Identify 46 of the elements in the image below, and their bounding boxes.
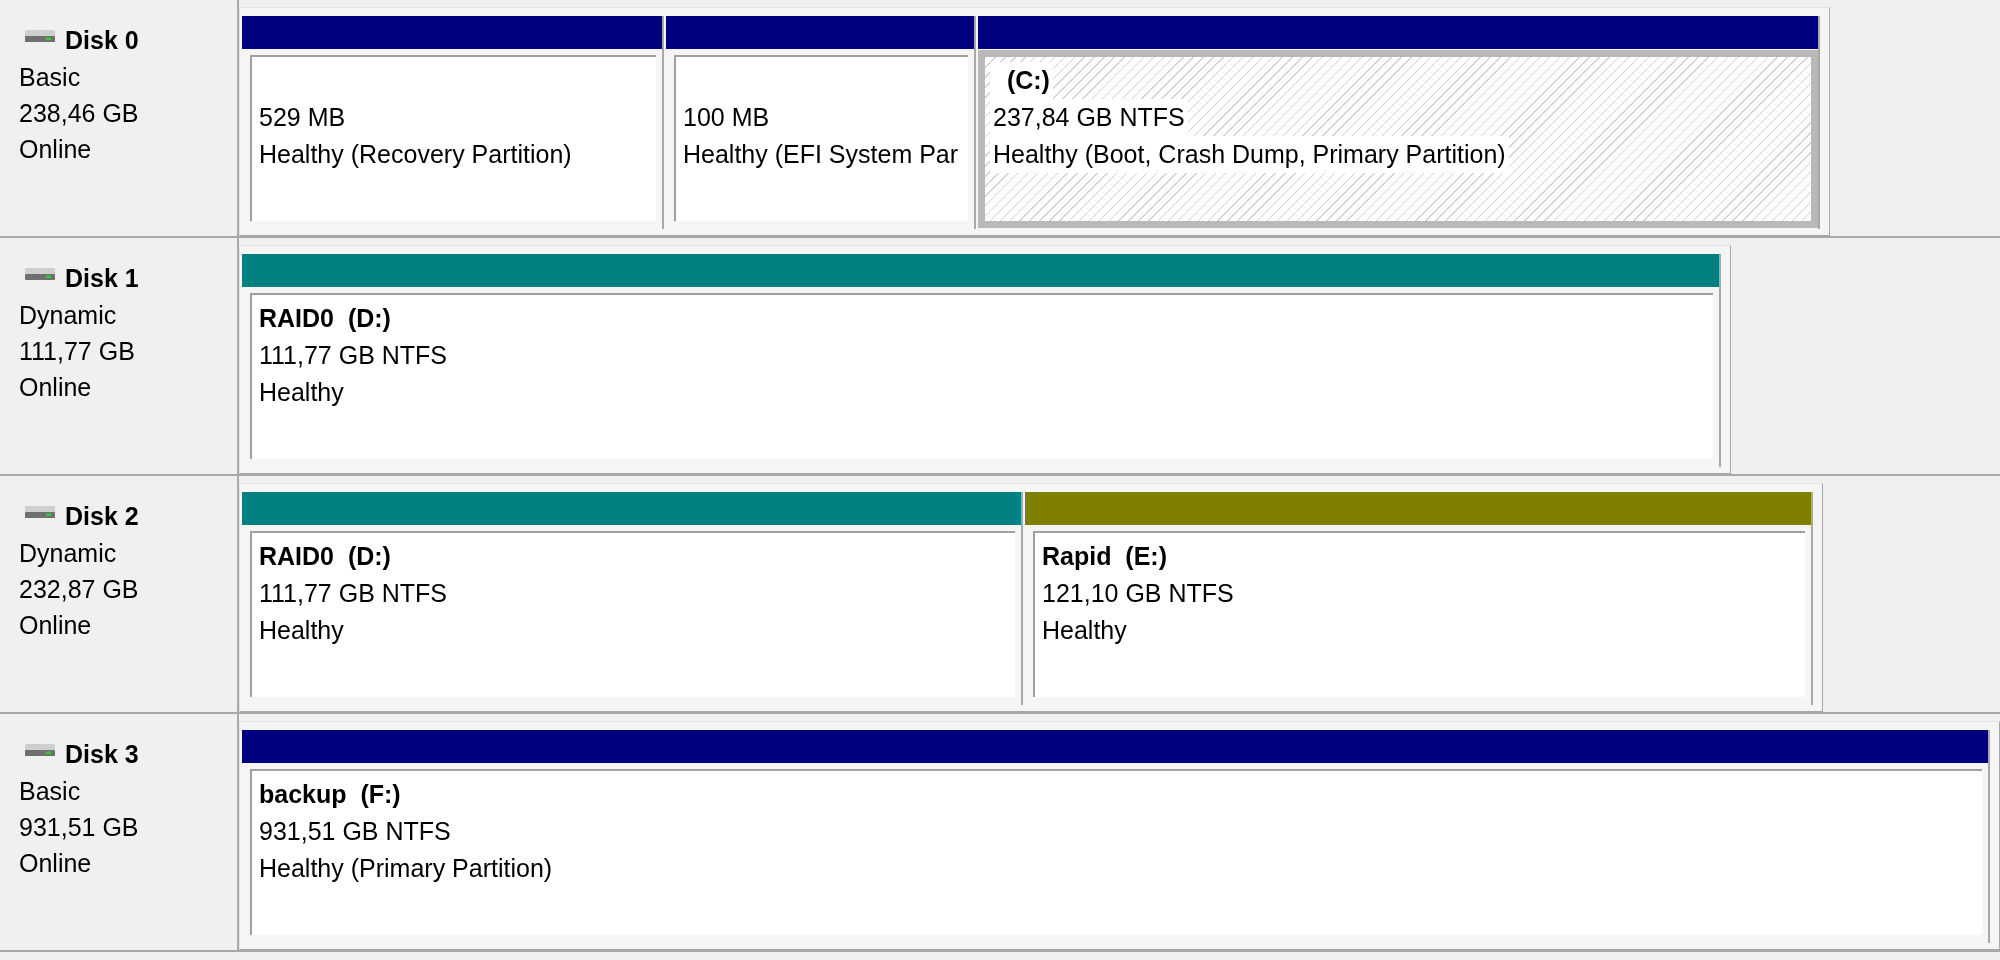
partition-status: Healthy — [259, 615, 344, 646]
disk-name: Disk 2 — [65, 501, 139, 532]
disk-type: Basic — [19, 62, 81, 93]
partition-area[interactable]: Rapid (E:) 121,10 GB NTFS Healthy — [1033, 531, 1805, 697]
partition-area[interactable]: RAID0 (D:) 111,77 GB NTFS Healthy — [250, 531, 1015, 697]
partition-size: 100 MB — [683, 102, 770, 133]
disk-type: Dynamic — [19, 300, 117, 331]
disk-drive-icon — [25, 506, 55, 518]
partition-size: 237,84 GB NTFS — [990, 99, 1188, 136]
disk-size: 931,51 GB — [19, 812, 139, 843]
partition-label: RAID0 (D:) — [259, 541, 391, 572]
partition-status: Healthy (Recovery Partition) — [259, 139, 572, 170]
disk-drive-icon — [25, 744, 55, 756]
disk-drive-icon — [25, 30, 55, 42]
partition-status: Healthy (Boot, Crash Dump, Primary Partition) — [990, 136, 1509, 173]
partition-status: Healthy — [1042, 615, 1127, 646]
disk-name: Disk 1 — [65, 263, 139, 294]
disk-size: 232,87 GB — [19, 574, 139, 605]
partition-area[interactable]: backup (F:) 931,51 GB NTFS Healthy (Primary Partition) — [250, 769, 1982, 935]
partition-status: Healthy (EFI System Par — [683, 139, 959, 170]
disk-type: Basic — [19, 776, 81, 807]
partition-label: backup (F:) — [259, 779, 401, 810]
disk-status: Online — [19, 848, 92, 879]
partition-area[interactable]: 100 MB Healthy (EFI System Par — [674, 55, 968, 221]
partition-label: Rapid (E:) — [1042, 541, 1167, 572]
disk-status: Online — [19, 372, 92, 403]
partition-size: 529 MB — [259, 102, 346, 133]
disk-size: 111,77 GB — [19, 336, 135, 367]
disk-drive-icon — [25, 268, 55, 280]
partition-label: (C:) — [990, 62, 1053, 99]
partition-size: 111,77 GB NTFS — [259, 340, 448, 371]
partition-area[interactable]: 529 MB Healthy (Recovery Partition) — [250, 55, 656, 221]
partition-size: 121,10 GB NTFS — [1042, 578, 1234, 609]
disk-status: Online — [19, 134, 92, 165]
disk-type: Dynamic — [19, 538, 117, 569]
partition-size: 931,51 GB NTFS — [259, 816, 451, 847]
disk-name: Disk 0 — [65, 25, 139, 56]
partition-status: Healthy (Primary Partition) — [259, 853, 553, 884]
disk-size: 238,46 GB — [19, 98, 139, 129]
partition-area[interactable]: (C:) 237,84 GB NTFS Healthy (Boot, Crash Dump, Primary Partition) — [978, 50, 1818, 228]
partition-size: 111,77 GB NTFS — [259, 578, 448, 609]
partition-status: Healthy — [259, 377, 344, 408]
disk-status: Online — [19, 610, 92, 641]
partition-area[interactable]: RAID0 (D:) 111,77 GB NTFS Healthy — [250, 293, 1713, 459]
partition-label: RAID0 (D:) — [259, 303, 391, 334]
disk-name: Disk 3 — [65, 739, 139, 770]
